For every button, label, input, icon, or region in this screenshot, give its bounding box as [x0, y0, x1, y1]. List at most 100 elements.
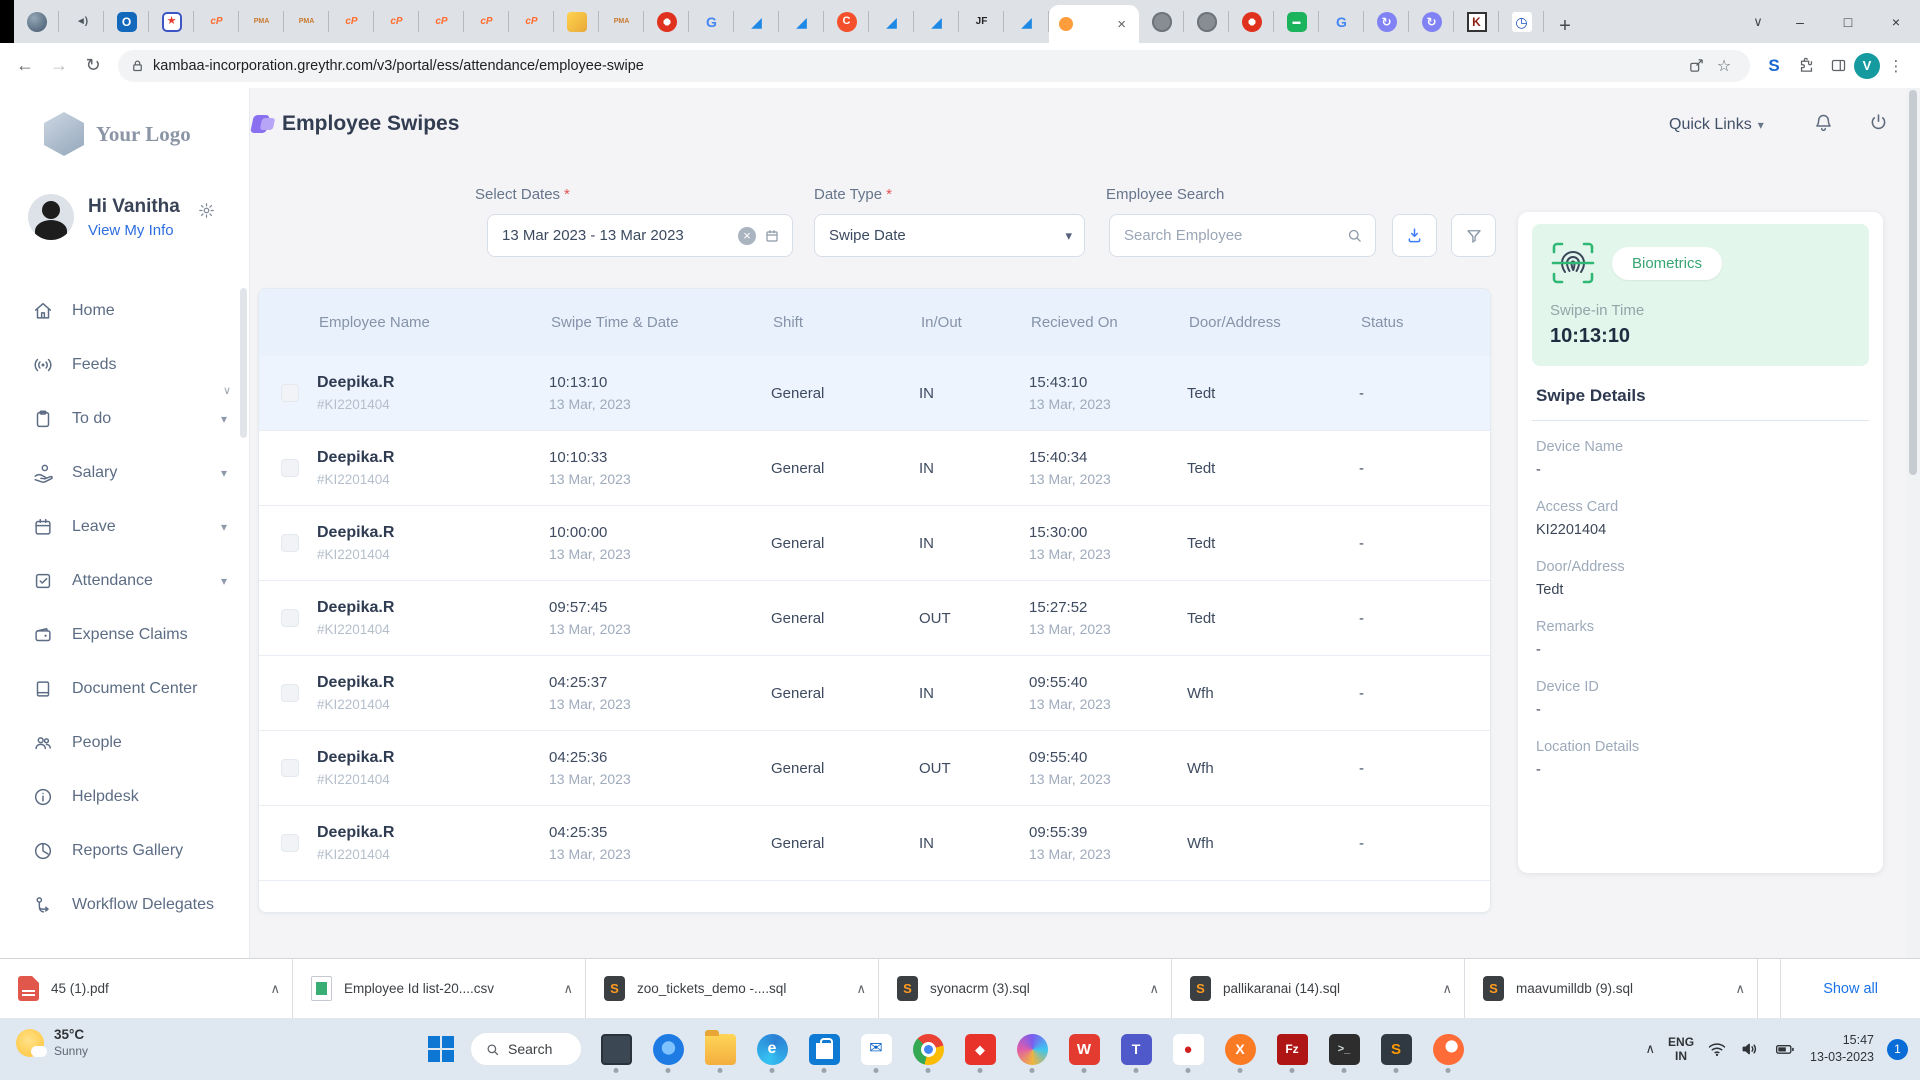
- row-checkbox[interactable]: [281, 759, 299, 777]
- back-button[interactable]: ←: [8, 49, 42, 83]
- taskbar-app-icon[interactable]: ✉: [850, 1022, 902, 1076]
- row-checkbox[interactable]: [281, 459, 299, 477]
- share-icon[interactable]: [1682, 52, 1710, 80]
- sidebar-item-helpdesk[interactable]: Helpdesk: [0, 770, 249, 824]
- sidebar-item-people[interactable]: People: [0, 716, 249, 770]
- address-bar[interactable]: kambaa-incorporation.greythr.com/v3/port…: [118, 50, 1750, 82]
- chevron-up-icon[interactable]: ∧: [270, 981, 280, 997]
- window-close-button[interactable]: ×: [1872, 0, 1920, 43]
- row-checkbox[interactable]: [281, 384, 299, 402]
- date-type-select[interactable]: Swipe Date ▾: [814, 214, 1085, 257]
- forward-button[interactable]: →: [42, 49, 76, 83]
- taskbar-app-icon[interactable]: e: [746, 1022, 798, 1076]
- start-button[interactable]: [420, 1025, 462, 1073]
- quick-links-dropdown[interactable]: Quick Links▾: [1669, 116, 1764, 134]
- pinned-tab[interactable]: K: [1454, 0, 1499, 43]
- taskbar-app-icon[interactable]: [1006, 1022, 1058, 1076]
- chevron-up-icon[interactable]: ∧: [1149, 981, 1159, 997]
- download-chip[interactable]: 45 (1).pdf ∧: [0, 959, 293, 1018]
- pinned-tab[interactable]: ◢: [734, 0, 779, 43]
- extensions-puzzle-icon[interactable]: [1790, 50, 1822, 82]
- pinned-tab[interactable]: [644, 0, 689, 43]
- taskbar-weather-widget[interactable]: 35°C Sunny: [16, 1027, 88, 1058]
- pinned-tab[interactable]: O: [104, 0, 149, 43]
- taskbar-clock[interactable]: 15:47 13-03-2023: [1810, 1032, 1874, 1066]
- sidebar-item-feeds[interactable]: Feeds: [0, 338, 249, 392]
- extension-s-icon[interactable]: S: [1758, 50, 1790, 82]
- row-checkbox[interactable]: [281, 534, 299, 552]
- show-all-downloads-link[interactable]: Show all: [1780, 959, 1920, 1018]
- pinned-tab[interactable]: [14, 0, 59, 43]
- taskbar-app-icon[interactable]: [1422, 1022, 1474, 1076]
- gear-icon[interactable]: [198, 202, 215, 219]
- chevron-up-icon[interactable]: ∧: [1735, 981, 1745, 997]
- pinned-tab[interactable]: [1184, 0, 1229, 43]
- sidebar-item-attendance[interactable]: Attendance ▾: [0, 554, 249, 608]
- table-row[interactable]: Deepika.R #KI2201404 04:25:36 13 Mar, 20…: [259, 731, 1490, 806]
- tab-close-icon[interactable]: ×: [1114, 16, 1129, 33]
- scrollbar-thumb[interactable]: [1909, 90, 1917, 475]
- row-checkbox[interactable]: [281, 834, 299, 852]
- download-chip[interactable]: pallikaranai (14).sql ∧: [1172, 959, 1465, 1018]
- taskbar-app-icon[interactable]: Fz: [1266, 1022, 1318, 1076]
- table-row[interactable]: Deepika.R #KI2201404 10:00:00 13 Mar, 20…: [259, 506, 1490, 581]
- volume-icon[interactable]: [1740, 1039, 1760, 1059]
- table-row[interactable]: Deepika.R #KI2201404 09:57:45 13 Mar, 20…: [259, 581, 1490, 656]
- notification-count-badge[interactable]: 1: [1887, 1039, 1908, 1060]
- pinned-tab[interactable]: [1139, 0, 1184, 43]
- pinned-tab[interactable]: cP: [329, 0, 374, 43]
- pinned-tab[interactable]: PMA: [239, 0, 284, 43]
- download-chip[interactable]: zoo_tickets_demo -....sql ∧: [586, 959, 879, 1018]
- pinned-tab[interactable]: ◷: [1499, 0, 1544, 43]
- pinned-tab[interactable]: [554, 0, 599, 43]
- pinned-tab[interactable]: ◢: [1004, 0, 1049, 43]
- date-range-input[interactable]: 13 Mar 2023 - 13 Mar 2023 ×: [487, 214, 793, 257]
- tray-chevron-up-icon[interactable]: ∧: [1646, 1041, 1656, 1057]
- taskbar-app-icon[interactable]: ◆: [954, 1022, 1006, 1076]
- pinned-tab[interactable]: G: [1319, 0, 1364, 43]
- wifi-icon[interactable]: [1707, 1039, 1727, 1059]
- pinned-tab[interactable]: ↻: [1409, 0, 1454, 43]
- taskbar-app-icon[interactable]: W: [1058, 1022, 1110, 1076]
- pinned-tab[interactable]: ◢: [779, 0, 824, 43]
- taskbar-app-icon[interactable]: [642, 1022, 694, 1076]
- pinned-tab[interactable]: cP: [194, 0, 239, 43]
- browser-profile-avatar[interactable]: V: [1854, 53, 1880, 79]
- pinned-tab[interactable]: [1229, 0, 1274, 43]
- pinned-tab[interactable]: ↻: [1364, 0, 1409, 43]
- download-chip[interactable]: maavumilldb (9).sql ∧: [1465, 959, 1758, 1018]
- pinned-tab[interactable]: JF: [959, 0, 1004, 43]
- sidebar-scrollbar-thumb[interactable]: [240, 288, 247, 438]
- chevron-up-icon[interactable]: ∧: [563, 981, 573, 997]
- table-row[interactable]: Deepika.R #KI2201404 04:25:35 13 Mar, 20…: [259, 806, 1490, 881]
- clear-dates-icon[interactable]: ×: [738, 227, 756, 245]
- sidebar-item-leave[interactable]: Leave ▾: [0, 500, 249, 554]
- notifications-bell-icon[interactable]: [1813, 112, 1834, 133]
- pinned-tab[interactable]: ◢: [869, 0, 914, 43]
- search-icon[interactable]: [1346, 227, 1363, 244]
- table-row[interactable]: Deepika.R #KI2201404 04:25:37 13 Mar, 20…: [259, 656, 1490, 731]
- taskbar-app-icon[interactable]: [798, 1022, 850, 1076]
- browser-menu-dots-icon[interactable]: ⋮: [1880, 50, 1912, 82]
- sidebar-item-home[interactable]: Home: [0, 284, 249, 338]
- pinned-tab[interactable]: cP: [374, 0, 419, 43]
- pinned-tab[interactable]: ★: [149, 0, 194, 43]
- language-indicator[interactable]: ENG IN: [1668, 1035, 1694, 1064]
- pinned-tab[interactable]: ◄): [59, 0, 104, 43]
- sidebar-item-workflow-delegates[interactable]: Workflow Delegates: [0, 878, 249, 932]
- taskbar-app-icon[interactable]: X: [1214, 1022, 1266, 1076]
- pinned-tab[interactable]: cP: [419, 0, 464, 43]
- active-tab[interactable]: ×: [1049, 5, 1139, 43]
- taskbar-app-icon[interactable]: T: [1110, 1022, 1162, 1076]
- taskbar-search[interactable]: Search: [470, 1032, 582, 1066]
- taskbar-app-icon[interactable]: [590, 1022, 642, 1076]
- pinned-tab[interactable]: PMA: [599, 0, 644, 43]
- new-tab-button[interactable]: +: [1548, 9, 1582, 43]
- bookmark-star-icon[interactable]: ☆: [1710, 52, 1738, 80]
- battery-icon[interactable]: [1773, 1039, 1797, 1059]
- table-row[interactable]: Deepika.R #KI2201404 10:13:10 13 Mar, 20…: [259, 356, 1490, 431]
- filter-button[interactable]: [1451, 214, 1496, 257]
- taskbar-app-icon[interactable]: ●: [1162, 1022, 1214, 1076]
- calendar-icon[interactable]: [764, 228, 780, 244]
- pinned-tab[interactable]: cP: [509, 0, 554, 43]
